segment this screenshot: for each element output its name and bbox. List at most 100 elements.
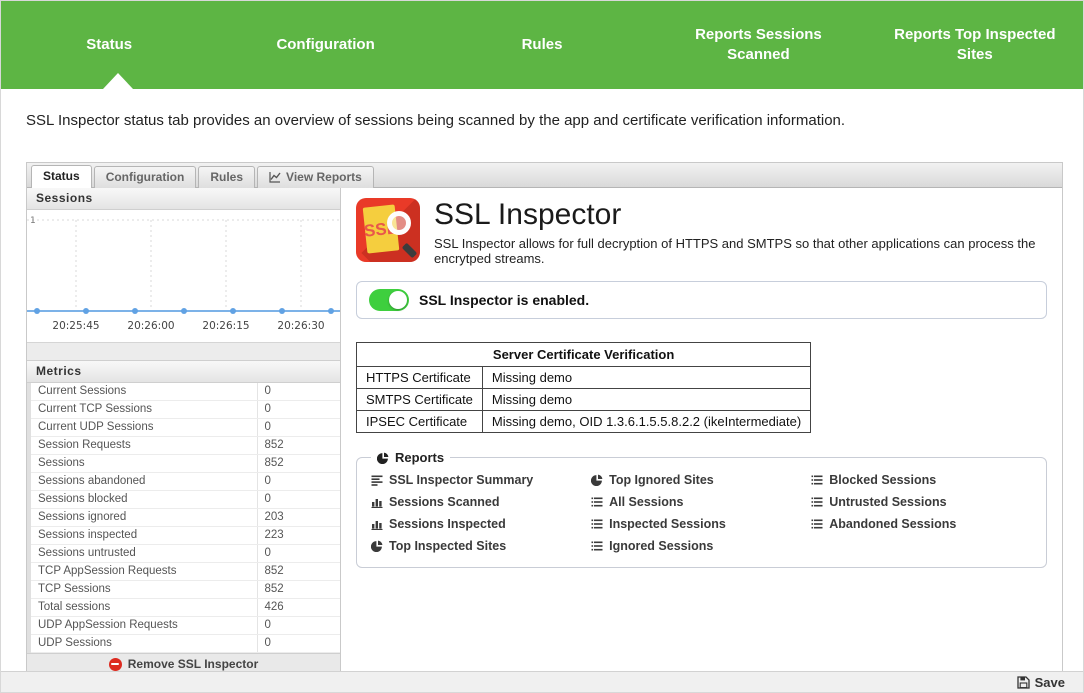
- panel-tab-status[interactable]: Status: [31, 165, 92, 188]
- metric-value: 852: [257, 563, 340, 581]
- list-icon: [591, 518, 603, 530]
- metric-value: 0: [257, 419, 340, 437]
- ssl-inspector-panel: Status Configuration Rules View Reports …: [26, 162, 1063, 680]
- panel-tabbar: Status Configuration Rules View Reports: [27, 163, 1062, 188]
- metrics-header: Metrics: [27, 360, 340, 383]
- enabled-toggle[interactable]: [369, 289, 409, 311]
- metric-value: 0: [257, 401, 340, 419]
- list-icon: [811, 496, 823, 508]
- intro-text: SSL Inspector status tab provides an ove…: [26, 112, 1058, 129]
- metric-value: 852: [257, 581, 340, 599]
- metric-label: Sessions: [29, 455, 257, 473]
- enabled-banner: SSL Inspector is enabled.: [356, 281, 1047, 319]
- table-row: Current UDP Sessions0: [29, 419, 340, 437]
- cert-value: Missing demo, OID 1.3.6.1.5.5.8.2.2 (ike…: [482, 411, 810, 433]
- metric-label: UDP Sessions: [29, 635, 257, 653]
- page: Status Configuration Rules Reports Sessi…: [0, 0, 1084, 693]
- panel-tab-configuration[interactable]: Configuration: [94, 166, 197, 188]
- metric-value: 0: [257, 473, 340, 491]
- list-icon: [591, 540, 603, 552]
- panel-tab-view-reports[interactable]: View Reports: [257, 166, 374, 188]
- metric-label: UDP AppSession Requests: [29, 617, 257, 635]
- metric-label: Current Sessions: [29, 383, 257, 401]
- ssl-inspector-logo-icon: SSL: [356, 198, 420, 262]
- table-row: Total sessions426: [29, 599, 340, 617]
- table-row: Session Requests852: [29, 437, 340, 455]
- report-link-label: Blocked Sessions: [829, 473, 936, 487]
- bar-chart-icon: [371, 518, 383, 530]
- reports-section: Reports SSL Inspector Summary Sessions S…: [356, 450, 1047, 568]
- top-tab-rules[interactable]: Rules: [434, 1, 650, 89]
- app-header: SSL SSL Inspector SSL Inspector allows f…: [356, 198, 1047, 266]
- table-row: Sessions inspected223: [29, 527, 340, 545]
- metric-label: Current TCP Sessions: [29, 401, 257, 419]
- report-link-all-sessions[interactable]: All Sessions: [591, 495, 811, 509]
- pie-chart-icon: [377, 452, 389, 464]
- reports-legend: Reports: [371, 450, 450, 465]
- app-description: SSL Inspector allows for full decryption…: [434, 236, 1047, 266]
- report-link-sessions-inspected[interactable]: Sessions Inspected: [371, 517, 591, 531]
- table-row: Sessions blocked0: [29, 491, 340, 509]
- metrics-table: Current Sessions0 Current TCP Sessions0 …: [27, 383, 340, 653]
- report-link-abandoned-sessions[interactable]: Abandoned Sessions: [811, 517, 1031, 531]
- metric-value: 0: [257, 545, 340, 563]
- status-content: SSL SSL Inspector SSL Inspector allows f…: [341, 188, 1062, 680]
- magnifier-icon: [387, 211, 411, 235]
- top-tab-reports-sessions-scanned[interactable]: Reports Sessions Scanned: [650, 1, 866, 89]
- sessions-chart: 1 20:25:45 20:26:00 20:26:15 20:26:30: [27, 210, 340, 343]
- table-row: IPSEC CertificateMissing demo, OID 1.3.6…: [357, 411, 811, 433]
- report-link-label: SSL Inspector Summary: [389, 473, 533, 487]
- cert-table-title: Server Certificate Verification: [357, 343, 811, 367]
- footer-bar: Save: [1, 671, 1083, 692]
- report-link-blocked-sessions[interactable]: Blocked Sessions: [811, 473, 1031, 487]
- metric-label: TCP Sessions: [29, 581, 257, 599]
- panel-tab-configuration-label: Configuration: [106, 170, 185, 184]
- cert-label: HTTPS Certificate: [357, 367, 483, 389]
- report-link-label: Sessions Inspected: [389, 517, 506, 531]
- metric-value: 0: [257, 635, 340, 653]
- metric-label: TCP AppSession Requests: [29, 563, 257, 581]
- metric-label: Session Requests: [29, 437, 257, 455]
- cert-value: Missing demo: [482, 389, 810, 411]
- report-link-ssl-inspector-summary[interactable]: SSL Inspector Summary: [371, 473, 591, 487]
- cert-label: SMTPS Certificate: [357, 389, 483, 411]
- metric-label: Total sessions: [29, 599, 257, 617]
- remove-ssl-inspector-button[interactable]: Remove SSL Inspector: [109, 657, 259, 671]
- table-row: UDP AppSession Requests0: [29, 617, 340, 635]
- save-button-label: Save: [1035, 675, 1065, 690]
- table-row: HTTPS CertificateMissing demo: [357, 367, 811, 389]
- top-tab-status[interactable]: Status: [1, 1, 217, 89]
- list-icon: [591, 496, 603, 508]
- report-link-ignored-sessions[interactable]: Ignored Sessions: [591, 539, 811, 553]
- top-tab-reports-top-inspected-sites[interactable]: Reports Top Inspected Sites: [867, 1, 1083, 89]
- report-link-untrusted-sessions[interactable]: Untrusted Sessions: [811, 495, 1031, 509]
- metric-value: 852: [257, 437, 340, 455]
- report-link-top-inspected-sites[interactable]: Top Inspected Sites: [371, 539, 591, 553]
- metric-value: 0: [257, 383, 340, 401]
- table-row: TCP Sessions852: [29, 581, 340, 599]
- pie-chart-icon: [371, 540, 383, 552]
- metric-value: 852: [257, 455, 340, 473]
- report-link-top-ignored-sites[interactable]: Top Ignored Sites: [591, 473, 811, 487]
- save-button[interactable]: Save: [1017, 675, 1065, 690]
- chart-ytick-1: 1: [30, 216, 36, 226]
- report-link-sessions-scanned[interactable]: Sessions Scanned: [371, 495, 591, 509]
- line-chart-icon: [269, 171, 281, 183]
- report-link-label: Sessions Scanned: [389, 495, 499, 509]
- panel-tab-rules[interactable]: Rules: [198, 166, 255, 188]
- table-row: Sessions852: [29, 455, 340, 473]
- table-row: Sessions abandoned0: [29, 473, 340, 491]
- report-link-inspected-sessions[interactable]: Inspected Sessions: [591, 517, 811, 531]
- top-tab-configuration[interactable]: Configuration: [217, 1, 433, 89]
- list-icon: [811, 518, 823, 530]
- reports-column-1: SSL Inspector Summary Sessions Scanned S…: [371, 473, 591, 553]
- table-row: Sessions ignored203: [29, 509, 340, 527]
- metric-value: 426: [257, 599, 340, 617]
- table-row: Current TCP Sessions0: [29, 401, 340, 419]
- metric-value: 0: [257, 491, 340, 509]
- metric-label: Sessions untrusted: [29, 545, 257, 563]
- sessions-chart-header: Sessions: [27, 188, 340, 210]
- metric-value: 203: [257, 509, 340, 527]
- report-link-label: Inspected Sessions: [609, 517, 726, 531]
- reports-column-3: Blocked Sessions Untrusted Sessions Aban…: [811, 473, 1031, 553]
